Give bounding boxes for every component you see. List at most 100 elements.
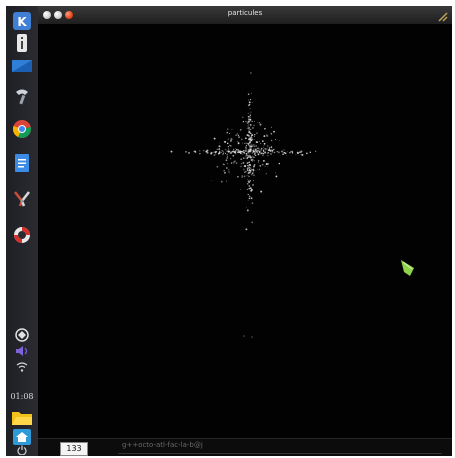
particle <box>262 150 264 152</box>
particle <box>271 126 273 128</box>
particle <box>226 131 229 134</box>
particle <box>202 149 205 152</box>
particle <box>247 172 250 174</box>
particle <box>251 172 254 175</box>
particle <box>227 146 229 148</box>
particle <box>250 92 252 94</box>
particle <box>250 156 252 159</box>
particle <box>250 111 252 113</box>
particle <box>261 152 263 154</box>
particle <box>188 151 190 154</box>
particle <box>250 148 252 151</box>
particle <box>237 141 239 143</box>
particle <box>258 140 260 143</box>
particle <box>242 120 245 123</box>
particle <box>271 149 273 152</box>
particle <box>273 130 275 133</box>
particle <box>257 160 260 162</box>
particle <box>230 158 232 160</box>
particle <box>256 132 258 134</box>
info-icon[interactable] <box>11 32 33 54</box>
resize-corner-icon[interactable] <box>437 8 449 22</box>
particle <box>253 146 255 148</box>
window-title: particules <box>227 9 263 17</box>
kde-launcher-icon[interactable]: K <box>11 10 33 32</box>
particle <box>262 146 265 148</box>
particle <box>231 150 234 153</box>
particle <box>248 138 250 140</box>
particle <box>248 169 251 171</box>
particle <box>249 120 251 122</box>
particle <box>256 152 258 154</box>
pliers-icon[interactable] <box>11 188 33 210</box>
lifebuoy-icon[interactable] <box>11 224 33 246</box>
document-icon[interactable] <box>11 152 33 174</box>
particle <box>238 136 240 139</box>
particle <box>227 128 229 130</box>
particle <box>248 152 250 154</box>
particle <box>226 157 229 159</box>
particle <box>247 112 249 114</box>
particle <box>246 127 248 129</box>
particle <box>281 150 283 152</box>
particle <box>245 155 247 157</box>
particle <box>240 158 243 161</box>
particle <box>309 151 311 153</box>
particle <box>234 160 236 162</box>
particle <box>222 151 224 153</box>
particle <box>251 126 254 129</box>
particle <box>249 154 251 156</box>
particle <box>218 148 221 150</box>
particle <box>220 180 223 183</box>
particle <box>213 137 216 140</box>
wifi-icon[interactable] <box>11 356 33 378</box>
particle <box>232 148 235 151</box>
particle <box>248 145 250 147</box>
particle <box>252 165 255 168</box>
particle <box>228 133 230 134</box>
status-divider <box>118 453 442 454</box>
particle <box>262 154 264 157</box>
particle <box>235 153 237 155</box>
particle <box>256 122 258 124</box>
particle <box>248 197 251 200</box>
particle <box>226 155 229 157</box>
particle <box>226 150 228 153</box>
particle <box>254 134 256 136</box>
particle-canvas[interactable] <box>38 24 452 438</box>
particle <box>248 163 251 166</box>
particle <box>234 148 236 150</box>
particle <box>248 187 251 190</box>
power-icon[interactable] <box>11 444 33 456</box>
particle <box>250 188 252 190</box>
particle <box>224 148 227 151</box>
particle <box>262 152 265 155</box>
particle <box>253 179 255 181</box>
particle <box>225 180 228 182</box>
window-titlebar[interactable]: particules <box>38 6 452 25</box>
particle <box>267 155 269 157</box>
magnet-tool-icon[interactable] <box>11 86 33 108</box>
folder-icon[interactable] <box>11 406 33 428</box>
blue-folder-icon[interactable] <box>11 54 33 76</box>
particle <box>257 153 260 156</box>
counter-field[interactable]: 133 <box>60 442 88 456</box>
particle <box>261 140 264 142</box>
particle <box>247 115 249 117</box>
particle <box>250 159 253 161</box>
particle <box>287 151 288 152</box>
particle <box>249 125 251 127</box>
particle <box>254 121 256 123</box>
chrome-icon[interactable] <box>11 118 33 140</box>
particle <box>253 144 255 146</box>
particle <box>249 138 252 140</box>
particle <box>252 149 254 152</box>
particle <box>245 137 247 140</box>
particle <box>272 150 274 152</box>
particle <box>315 150 317 152</box>
particle <box>250 197 253 200</box>
particle <box>253 168 254 170</box>
particle <box>248 118 250 121</box>
particle <box>257 169 259 171</box>
particle <box>239 129 241 131</box>
